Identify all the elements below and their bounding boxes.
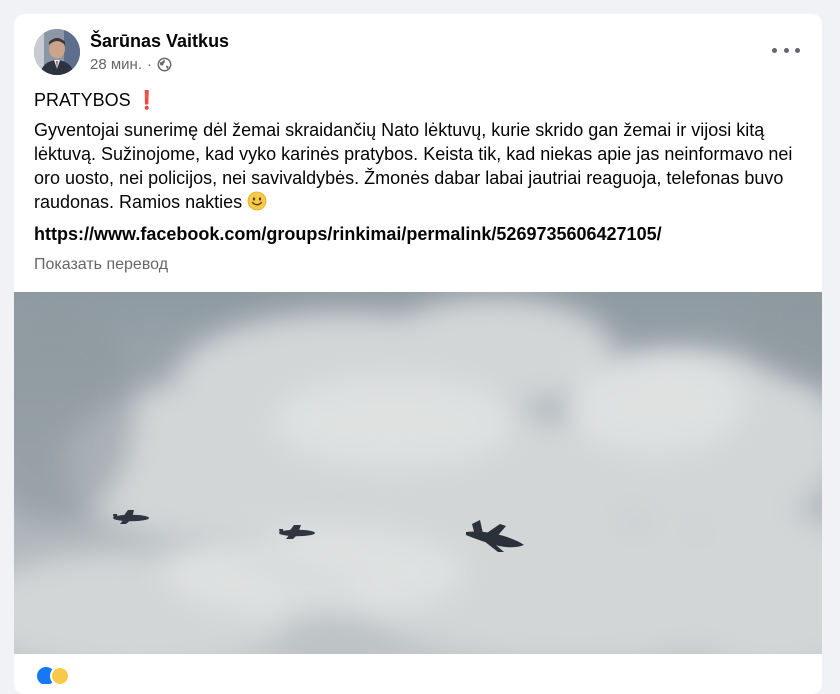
post-headline: PRATYBOS ❗ (34, 88, 804, 112)
post-meta: Šarūnas Vaitkus 28 мин. · (90, 30, 229, 75)
more-options-icon[interactable] (772, 40, 800, 60)
globe-icon (157, 57, 172, 72)
more-dot (795, 47, 800, 53)
post-text: Gyventojai sunerimę dėl žemai skraidanči… (34, 118, 804, 214)
author-name[interactable]: Šarūnas Vaitkus (90, 30, 229, 52)
photo-image (14, 292, 822, 654)
slightly-smiling-face-icon (247, 191, 267, 211)
exclamation-emoji: ❗ (135, 90, 159, 110)
separator: · (147, 55, 152, 73)
avatar[interactable] (34, 29, 80, 75)
post-subline: 28 мин. · (90, 55, 229, 75)
more-dot (772, 47, 777, 53)
translate-link[interactable]: Показать перевод (34, 256, 168, 274)
avatar-image (34, 29, 80, 75)
post-link[interactable]: https://www.facebook.com/groups/rinkimai… (34, 222, 804, 246)
post-body: PRATYBOS ❗ Gyventojai sunerimę dėl žemai… (34, 88, 804, 246)
post-timestamp[interactable]: 28 мин. (90, 55, 142, 75)
post-text-content: Gyventojai sunerimę dėl žemai skraidanči… (34, 120, 793, 212)
reactions-icons[interactable] (36, 664, 76, 686)
post-card: Šarūnas Vaitkus 28 мин. · PRATYBOS ❗ Gyv… (14, 14, 822, 694)
post-header: Šarūnas Vaitkus 28 мин. · (34, 28, 229, 76)
post-photo[interactable] (14, 292, 822, 654)
headline-text: PRATYBOS (34, 90, 131, 110)
more-dot (783, 47, 789, 53)
